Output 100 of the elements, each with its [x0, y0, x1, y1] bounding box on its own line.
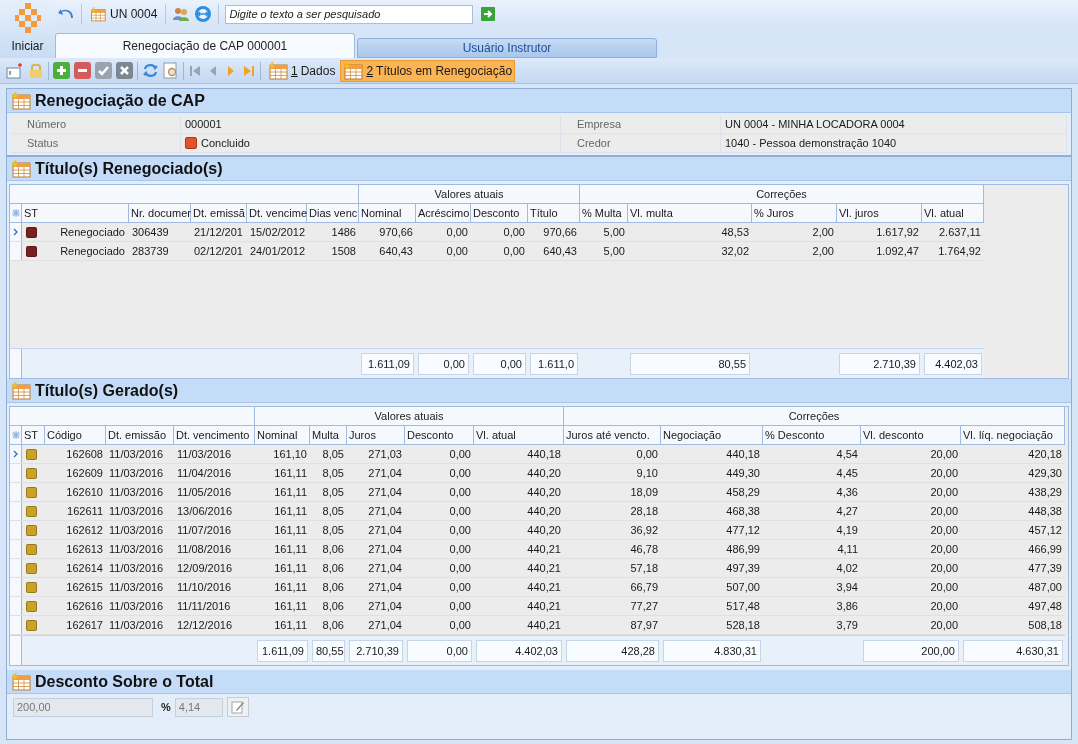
- table-cell-text: 440,20: [526, 523, 562, 538]
- total-field: 4.830,31: [663, 639, 761, 662]
- column-header[interactable]: Nominal: [359, 204, 416, 222]
- table-cell-text: 440,20: [526, 466, 562, 481]
- table-cell-text: 162609: [65, 466, 104, 481]
- table-cell-text: 87,97: [629, 618, 659, 633]
- column-header[interactable]: Nominal: [255, 426, 310, 444]
- column-header[interactable]: Dt. vencimento: [174, 426, 255, 444]
- table-cell-text: 1.764,92: [937, 244, 982, 259]
- tab[interactable]: Usuário Instrutor: [357, 38, 657, 58]
- column-header[interactable]: Acréscimo: [416, 204, 471, 222]
- table-cell-text: 20,00: [929, 561, 959, 576]
- table-cell-text: 271,04: [367, 542, 403, 557]
- table-cell-text: 528,18: [725, 618, 761, 633]
- table-cell-text: 3,94: [835, 580, 859, 595]
- column-header[interactable]: Vl. multa: [628, 204, 752, 222]
- column-header[interactable]: Dt. emissão: [106, 426, 174, 444]
- remove-icon[interactable]: [74, 62, 91, 79]
- first-icon[interactable]: [188, 63, 202, 78]
- table-cell-text: 477,39: [1027, 561, 1063, 576]
- column-header[interactable]: % Juros: [752, 204, 837, 222]
- table-cell-text: 161,11: [273, 504, 308, 519]
- table-icon: [11, 672, 31, 691]
- column-header[interactable]: Vl. líq. negociação: [961, 426, 1065, 444]
- table-cell-text: 440,21: [526, 599, 562, 614]
- table-cell-text: 32,02: [720, 244, 750, 259]
- column-header[interactable]: ST: [22, 204, 129, 222]
- table-cell-text: 11/11/2016: [176, 599, 232, 614]
- table-cell-text: 4,11: [836, 542, 859, 557]
- column-header[interactable]: Vl. atual: [922, 204, 984, 222]
- table-cell-text: 20,00: [929, 523, 959, 538]
- table-cell-text: 36,92: [629, 523, 659, 538]
- table-cell-text: 11/03/2016: [108, 561, 165, 576]
- view-button[interactable]: 2 Títulos em Renegociação: [340, 59, 516, 82]
- view-button[interactable]: 1 Dados: [265, 59, 339, 82]
- column-header[interactable]: Vl. desconto: [861, 426, 961, 444]
- users-icon[interactable]: [172, 6, 191, 22]
- lock-icon[interactable]: [28, 62, 44, 79]
- total-field: 200,00: [863, 639, 959, 662]
- new-record-icon[interactable]: [6, 62, 24, 79]
- column-header[interactable]: Título: [528, 204, 580, 222]
- go-arrow-icon[interactable]: [481, 7, 496, 21]
- column-header[interactable]: Dt. emissã: [191, 204, 247, 222]
- unit-button[interactable]: UN 0004: [88, 5, 160, 23]
- table-cell-text: 0,00: [502, 244, 526, 259]
- column-header[interactable]: Multa: [310, 426, 347, 444]
- table-cell-text: 20,00: [929, 618, 959, 633]
- field-value: 1040 - Pessoa demonstração 1040: [725, 135, 897, 151]
- table-cell-text: 970,66: [542, 225, 578, 240]
- cancel-icon[interactable]: [116, 62, 133, 79]
- table-cell-text: 162611: [66, 504, 104, 519]
- start-label: Iniciar: [11, 38, 44, 55]
- table-cell-text: 440,18: [526, 447, 562, 462]
- column-header[interactable]: ST: [22, 426, 45, 444]
- table-cell-text: 271,04: [367, 599, 403, 614]
- table-icon: [268, 61, 288, 80]
- edit-button[interactable]: [226, 697, 249, 717]
- table-cell-text: 02/12/201: [193, 244, 244, 259]
- confirm-icon[interactable]: [95, 62, 112, 79]
- table-cell-text: 15/02/2012: [249, 225, 307, 240]
- search-field[interactable]: Digite o texto a ser pesquisado: [225, 4, 474, 24]
- column-header[interactable]: Desconto: [471, 204, 528, 222]
- refresh-icon[interactable]: [142, 62, 159, 79]
- table-cell-text: 161,10: [272, 447, 308, 462]
- column-header[interactable]: Dias venc: [307, 204, 359, 222]
- table-cell-text: 0,00: [448, 580, 472, 595]
- total-field: 2.710,39: [839, 352, 920, 375]
- column-header[interactable]: Código: [45, 426, 106, 444]
- column-header[interactable]: % Multa: [580, 204, 628, 222]
- column-header[interactable]: Nr. documer: [129, 204, 191, 222]
- field-value: 000001: [185, 116, 222, 132]
- column-header[interactable]: Vl. juros: [837, 204, 922, 222]
- column-header[interactable]: Dt. vencime: [247, 204, 307, 222]
- tab[interactable]: Renegociação de CAP 000001: [55, 33, 355, 58]
- total-field: 80,55: [312, 639, 345, 662]
- preview-icon[interactable]: [163, 62, 179, 79]
- table-cell-text: 28,18: [629, 504, 659, 519]
- last-icon[interactable]: [242, 63, 256, 78]
- column-header[interactable]: % Desconto: [763, 426, 861, 444]
- add-icon[interactable]: [53, 62, 70, 79]
- table-cell-text: 457,12: [1027, 523, 1063, 538]
- table-cell-text: 440,21: [526, 580, 562, 595]
- remote-icon[interactable]: [194, 5, 213, 23]
- column-header[interactable]: Juros até vencto.: [564, 426, 661, 444]
- table-cell-text: 11/03/2016: [108, 466, 165, 481]
- column-header[interactable]: Vl. atual: [474, 426, 564, 444]
- table-cell-text: 0,00: [448, 523, 472, 538]
- table-cell-text: 12/09/2016: [176, 561, 234, 576]
- column-header[interactable]: Negociação: [661, 426, 763, 444]
- column-header[interactable]: Juros: [347, 426, 405, 444]
- table-cell-text: 11/10/2016: [176, 580, 233, 595]
- table-cell-text: 4,02: [835, 561, 859, 576]
- table-cell-text: 3,86: [835, 599, 859, 614]
- table-cell-text: 162615: [65, 580, 104, 595]
- field-label: Número: [11, 115, 181, 134]
- start-button[interactable]: Iniciar: [0, 0, 55, 58]
- table-cell-text: 46,78: [629, 542, 659, 557]
- column-header[interactable]: Desconto: [405, 426, 474, 444]
- total-field: 0,00: [407, 639, 472, 662]
- table-cell-text: 11/03/2016: [108, 542, 165, 557]
